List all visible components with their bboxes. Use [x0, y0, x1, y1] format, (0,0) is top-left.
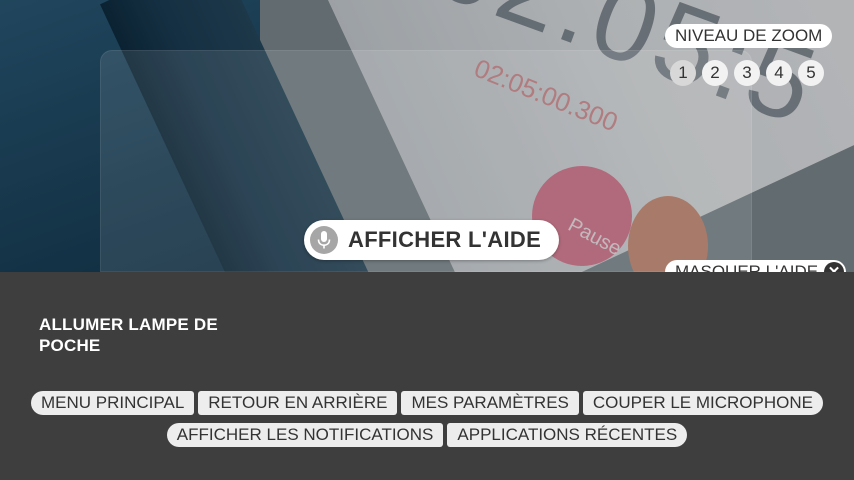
zoom-level-2[interactable]: 2 [702, 60, 728, 86]
zoom-level-title: NIVEAU DE ZOOM [665, 24, 833, 48]
show-help-button[interactable]: AFFICHER L'AIDE [304, 220, 560, 260]
mic-icon [310, 226, 338, 254]
command-row-2: AFFICHER LES NOTIFICATIONS APPLICATIONS … [0, 423, 854, 447]
zoom-level-4[interactable]: 4 [766, 60, 792, 86]
main-menu-command[interactable]: MENU PRINCIPAL [31, 391, 195, 415]
zoom-level-5[interactable]: 5 [798, 60, 824, 86]
show-help-label: AFFICHER L'AIDE [348, 227, 542, 252]
show-notifications-command[interactable]: AFFICHER LES NOTIFICATIONS [166, 423, 444, 447]
mute-microphone-command[interactable]: COUPER LE MICROPHONE [582, 391, 823, 415]
zoom-level-selector: 1 2 3 4 5 [670, 60, 824, 86]
flashlight-command[interactable]: ALLUMER LAMPE DE POCHE [39, 314, 239, 356]
go-back-command[interactable]: RETOUR EN ARRIÈRE [198, 391, 398, 415]
voice-command-panel: ALLUMER LAMPE DE POCHE MENU PRINCIPAL RE… [0, 272, 854, 480]
my-settings-command[interactable]: MES PARAMÈTRES [401, 391, 579, 415]
zoom-level-1[interactable]: 1 [670, 60, 696, 86]
command-row-1: MENU PRINCIPAL RETOUR EN ARRIÈRE MES PAR… [0, 391, 854, 415]
zoom-level-3[interactable]: 3 [734, 60, 760, 86]
recent-apps-command[interactable]: APPLICATIONS RÉCENTES [447, 423, 688, 447]
